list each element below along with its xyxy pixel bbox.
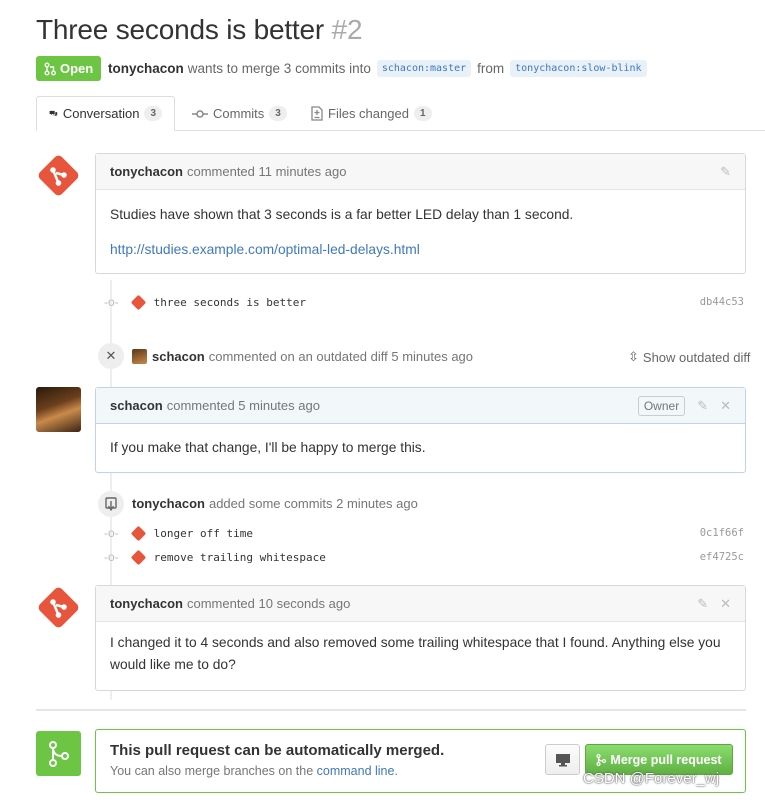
diff-icon [311,106,323,121]
pr-summary: wants to merge 3 commits into [187,61,371,76]
event-text: commented on an outdated diff 5 minutes … [208,349,474,364]
tab-conversation[interactable]: Conversation 3 [36,96,175,131]
git-logo-icon [130,294,146,310]
merge-button-label: Merge pull request [610,752,722,767]
commit-row[interactable]: -o- remove trailing whitespace ef4725c [104,546,744,568]
git-logo-icon [130,549,146,565]
git-commit-icon: -o- [104,526,119,540]
comment-2: schacon commented 5 minutes ago Owner ✎ … [95,387,746,473]
pr-meta: tonychacon wants to merge 3 commits into… [108,60,653,77]
git-commit-icon: -o- [104,295,119,309]
comment-text: I changed it to 4 seconds and also remov… [110,635,721,672]
comment-body: I changed it to 4 seconds and also remov… [96,622,745,686]
commits-added-event: tonychacon added some commits 2 minutes … [132,496,418,511]
commit-row[interactable]: -o- longer off time 0c1f66f [104,522,744,544]
event-text: added some commits 2 minutes ago [208,496,418,511]
tab-commits[interactable]: Commits 3 [180,96,299,131]
divider [36,709,746,711]
git-logo-icon [38,587,79,628]
watermark: CSDN @Forever_wj [583,770,720,787]
git-logo-icon [38,155,79,196]
git-merge-icon [36,731,81,776]
commit-sha[interactable]: 0c1f66f [700,527,744,539]
comment-meta: commented 11 minutes ago [186,164,347,179]
tab-files-count: 1 [413,106,432,121]
comment-meta: commented 5 minutes ago [166,398,320,413]
tab-files-label: Files changed [328,106,409,121]
comment-header: tonychacon commented 11 minutes ago ✎ [96,154,745,190]
merge-title: This pull request can be automatically m… [110,742,445,759]
comment-text: Studies have shown that 3 seconds is a f… [110,207,574,222]
comment-text: If you make that change, I'll be happy t… [110,440,426,455]
commit-message[interactable]: three seconds is better [154,296,306,309]
show-outdated-diff-label: Show outdated diff [642,349,751,365]
commit-sha[interactable]: db44c53 [700,296,744,308]
comment-header: tonychacon commented 10 seconds ago ✎ ✕ [96,586,745,622]
pr-title-text: Three seconds is better [36,14,324,45]
outdated-diff-event: schacon commented on an outdated diff 5 … [132,349,473,364]
unfold-icon: ⇳ [628,349,639,364]
pr-number: #2 [331,14,363,45]
tab-conversation-count: 3 [144,106,162,121]
commit-message[interactable]: longer off time [154,527,253,540]
avatar-schacon[interactable] [36,387,81,432]
comment-body: If you make that change, I'll be happy t… [96,424,745,472]
git-merge-icon [596,753,607,766]
event-author[interactable]: schacon [152,349,205,364]
tab-conversation-label: Conversation [62,106,140,121]
state-badge-open: Open [36,56,102,81]
comment-body: Studies have shown that 3 seconds is a f… [96,190,745,275]
show-outdated-diff-button[interactable]: ⇳ Show outdated diff [628,349,750,365]
from-word: from [477,61,505,76]
git-commit-icon [192,109,208,118]
merge-subtitle: You can also merge branches on the comma… [110,764,398,778]
pull-request-title: Three seconds is better #2 [36,14,363,46]
pencil-icon[interactable]: ✎ [697,398,708,414]
comment-3: tonychacon commented 10 seconds ago ✎ ✕ … [95,585,746,691]
commit-sha[interactable]: ef4725c [700,551,744,563]
merge-subtitle-text: You can also merge branches on the [110,764,314,778]
owner-badge: Owner [637,396,686,416]
close-icon[interactable]: ✕ [720,398,731,414]
avatar-tonychacon[interactable] [36,585,81,633]
comment-author[interactable]: tonychacon [110,596,183,611]
base-branch[interactable]: schacon:master [376,60,472,77]
comment-discussion-icon [49,110,58,117]
pencil-icon[interactable]: ✎ [697,596,708,612]
pencil-icon[interactable]: ✎ [720,164,731,180]
comment-1: tonychacon commented 11 minutes ago ✎ St… [95,153,746,274]
comment-author[interactable]: schacon [110,398,163,413]
event-author[interactable]: tonychacon [132,496,205,511]
close-icon: ✕ [98,343,124,369]
commit-message[interactable]: remove trailing whitespace [154,551,326,564]
close-icon[interactable]: ✕ [720,596,731,612]
repo-push-icon [98,491,124,517]
state-label: Open [60,61,94,76]
comment-author[interactable]: tonychacon [110,164,183,179]
git-commit-icon: -o- [104,550,119,564]
commit-row[interactable]: -o- three seconds is better db44c53 [104,291,744,313]
tab-commits-label: Commits [213,106,265,121]
open-in-desktop-button[interactable] [545,744,580,775]
git-pull-request-icon [44,62,56,75]
comment-meta: commented 10 seconds ago [186,596,351,611]
command-line-link[interactable]: command line [317,764,395,778]
comment-link[interactable]: http://studies.example.com/optimal-led-d… [110,242,420,257]
tab-commits-count: 3 [269,106,287,121]
comment-header: schacon commented 5 minutes ago Owner ✎ … [96,388,745,424]
git-logo-icon [130,525,146,541]
pr-author-link[interactable]: tonychacon [108,61,184,76]
merge-subtitle-suffix: . [394,764,398,778]
tab-files-changed[interactable]: Files changed 1 [299,96,444,131]
avatar-small [132,349,147,364]
head-branch[interactable]: tonychacon:slow-blink [510,60,647,77]
avatar-tonychacon[interactable] [36,153,81,201]
device-desktop-icon [555,753,570,766]
